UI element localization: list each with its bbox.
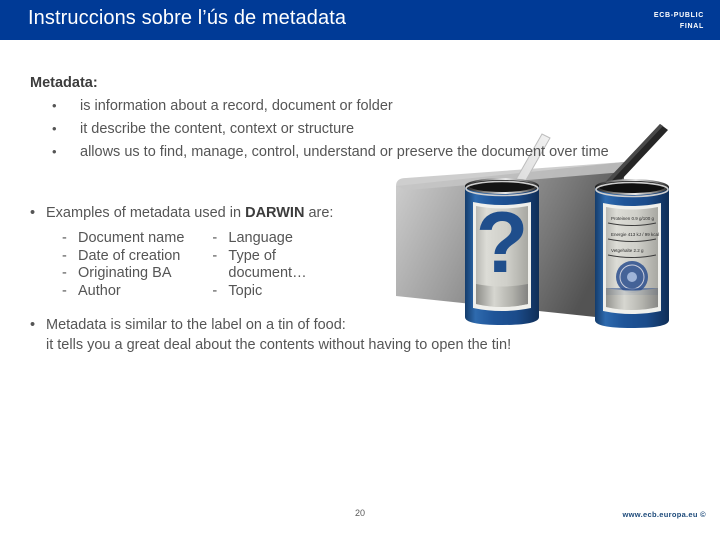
list-item-label: document… <box>228 265 307 281</box>
examples-columns: - Document name - Date of creation - Ori… <box>62 230 360 300</box>
metadata-definition-list: • is information about a record, documen… <box>52 96 702 165</box>
bullet-icon: • <box>52 121 57 136</box>
bullet-icon: • <box>30 205 36 221</box>
list-item-label: Date of creation <box>78 247 181 264</box>
classification-marking: ECB-PUBLIC FINAL <box>654 10 704 32</box>
list-item-label: Type of <box>228 247 276 264</box>
examples-heading: • Examples of metadata used in DARWIN are… <box>30 205 333 221</box>
list-item: • it describe the content, context or st… <box>52 119 702 142</box>
dash-icon <box>212 265 228 283</box>
darwin-emphasis: DARWIN <box>245 205 305 221</box>
examples-column-left: - Document name - Date of creation - Ori… <box>62 230 184 300</box>
classification-line-1: ECB-PUBLIC <box>653 12 704 19</box>
dash-icon: - <box>212 247 218 264</box>
dash-icon: - <box>62 265 67 281</box>
list-item: document… <box>212 265 332 283</box>
slide: Instruccions sobre l’ús de metadata ECB-… <box>0 0 720 540</box>
list-item-label: Topic <box>228 282 263 299</box>
dash-icon: - <box>62 282 67 299</box>
closing-line-1: Metadata is similar to the label on a ti… <box>46 317 346 333</box>
list-item-label: Document name <box>78 230 185 246</box>
list-item-label: Originating BA <box>78 265 172 281</box>
classification-line-2: FINAL <box>679 23 704 30</box>
closing-line-2: it tells you a great deal about the cont… <box>46 337 512 353</box>
list-item: - Type of <box>212 248 332 266</box>
page-number: 20 <box>354 508 366 518</box>
list-item-label: Language <box>228 230 293 246</box>
bullet-icon: • <box>52 144 57 159</box>
list-item: • is information about a record, documen… <box>52 96 702 119</box>
header-band: Instruccions sobre l’ús de metadata ECB-… <box>0 0 720 40</box>
list-item: - Date of creation <box>62 248 184 266</box>
dash-icon: - <box>212 230 218 246</box>
bullet-icon: • <box>30 317 36 333</box>
list-item-label: Author <box>78 282 121 299</box>
footer-url: www.ecb.europa.eu © <box>622 510 706 519</box>
slide-body: Metadata: • is information about a recor… <box>0 40 720 500</box>
dash-icon: - <box>212 282 218 299</box>
list-item: - Topic <box>212 283 332 301</box>
list-item: - Originating BA <box>62 265 184 283</box>
list-item: - Language <box>212 230 332 248</box>
list-item: - Document name <box>62 230 184 248</box>
bullet-icon: • <box>52 98 57 113</box>
list-item: • allows us to find, manage, control, un… <box>52 142 702 165</box>
examples-heading-suffix: are: <box>304 205 334 221</box>
examples-heading-prefix: Examples of metadata used in <box>46 205 246 221</box>
metadata-heading: Metadata: <box>30 75 98 91</box>
list-item-label: is information about a record, document … <box>80 98 393 114</box>
list-item-label: it describe the content, context or stru… <box>80 121 355 137</box>
dash-icon: - <box>62 247 67 264</box>
list-item: - Author <box>62 283 184 301</box>
examples-column-right: - Language - Type of document… - Topic <box>212 230 332 300</box>
list-item-label: allows us to find, manage, control, unde… <box>80 144 609 160</box>
closing-paragraph: • Metadata is similar to the label on a t… <box>30 315 511 355</box>
dash-icon: - <box>62 230 67 246</box>
page-title: Instruccions sobre l’ús de metadata <box>28 7 347 29</box>
